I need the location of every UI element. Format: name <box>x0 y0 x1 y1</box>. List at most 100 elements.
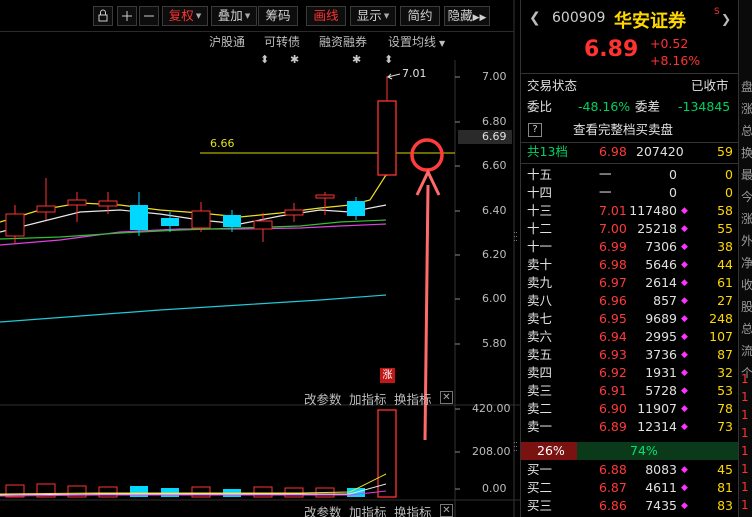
prev-stock-icon[interactable]: ❮ <box>529 10 541 26</box>
close-icon[interactable]: ✕ <box>440 504 453 517</box>
level-price: 6.96 <box>599 293 627 308</box>
level-vol: 5728 <box>645 383 677 398</box>
status-row: 交易状态 已收市 <box>521 77 739 95</box>
ratio-right: 74% <box>630 443 658 458</box>
edge-label: 股 <box>741 300 752 314</box>
high-price-label: 7.01 <box>402 67 427 80</box>
stock-name: 华安证券 <box>614 11 686 32</box>
y-tick-label: 6.00 <box>482 292 507 305</box>
change-marker-icon: ◆ <box>681 501 688 511</box>
next-stock-icon[interactable]: ❯ <box>721 12 731 26</box>
edge-label: 净 <box>741 256 752 270</box>
level-label: 卖二 <box>527 401 553 416</box>
level-label: 买二 <box>527 480 553 495</box>
level-label: 十四 <box>527 185 553 200</box>
weibi-value: -48.16% <box>578 99 631 114</box>
status-label: 交易状态 <box>527 78 578 93</box>
candle-up <box>315 194 335 199</box>
ratio-left: 26% <box>537 443 565 458</box>
ask-row: 卖一 6.89 12314 ◆ 73 <box>521 418 739 436</box>
edge-label: 收 <box>741 278 752 292</box>
line-price-label: 6.66 <box>210 137 235 150</box>
full-book-row[interactable]: ? 查看完整档买卖盘 <box>521 121 739 139</box>
switch-indicator-link[interactable]: 换指标 <box>394 389 432 408</box>
level-cnt: 32 <box>717 365 733 380</box>
edge-label: 1 <box>741 444 749 458</box>
quote-panel: ❮ 600909 华安证券 S ❯ 6.89 +0.52 +8.16% 交易状态… <box>520 0 739 517</box>
panel-resize-handle[interactable] <box>513 230 519 246</box>
level-label: 卖八 <box>527 293 553 308</box>
y-tick-label: 6.40 <box>482 204 507 217</box>
level-price: 一 <box>599 185 612 200</box>
edge-label: 盘 <box>741 80 752 94</box>
change-marker-icon: ◆ <box>681 242 688 252</box>
level-vol: 3736 <box>645 347 677 362</box>
level-price: 6.91 <box>599 383 627 398</box>
candlestick-chart[interactable] <box>0 0 520 517</box>
edge-label: 1 <box>741 390 749 404</box>
change-params-link[interactable]: 改参数 <box>304 389 342 408</box>
level-price: 6.90 <box>599 401 627 416</box>
level-price: 6.98 <box>599 257 627 272</box>
change-marker-icon: ◆ <box>681 350 688 360</box>
level-vol: 0 <box>669 167 677 182</box>
y-tick-label: 5.80 <box>482 337 507 350</box>
level-vol: 25218 <box>637 221 677 236</box>
change-marker-icon: ◆ <box>681 386 688 396</box>
level-vol: 2995 <box>645 329 677 344</box>
close-icon[interactable]: ✕ <box>440 391 453 404</box>
ask-row: 十二 7.00 25218 ◆ 55 <box>521 220 739 238</box>
y-tick-label: 6.80 <box>482 115 507 128</box>
full-book-link[interactable]: 查看完整档买卖盘 <box>573 121 673 139</box>
switch-indicator-link[interactable]: 换指标 <box>394 502 432 517</box>
change-params-link[interactable]: 改参数 <box>304 502 342 517</box>
level-vol: 117480 <box>629 203 677 218</box>
edge-label: 流 <box>741 344 752 358</box>
level-label: 卖六 <box>527 329 553 344</box>
level-vol: 8083 <box>645 462 677 477</box>
candle-up <box>98 200 118 207</box>
level-cnt: 248 <box>709 311 733 326</box>
edge-label: 1 <box>741 480 749 494</box>
edge-label: 1 <box>741 372 749 386</box>
bid-row: 买二 6.87 4611 ◆ 81 <box>521 479 739 497</box>
level-label: 卖九 <box>527 275 553 290</box>
level-price: 6.87 <box>599 480 627 495</box>
candle-down <box>223 215 241 227</box>
level-cnt: 73 <box>717 419 733 434</box>
level-price: 6.95 <box>599 311 627 326</box>
y-tick-label: 6.20 <box>482 248 507 261</box>
highlight-circle <box>410 138 444 172</box>
change-marker-icon: ◆ <box>681 483 688 493</box>
level-cnt: 107 <box>709 329 733 344</box>
vol-tick-label: 0.00 <box>482 482 507 495</box>
ask-row: 卖二 6.90 11907 ◆ 78 <box>521 400 739 418</box>
total-label: 共13档 <box>527 144 568 159</box>
edge-label: 1 <box>741 462 749 476</box>
candle-down <box>130 205 148 230</box>
total-vol: 207420 <box>636 144 684 159</box>
level-cnt: 0 <box>725 185 733 200</box>
level-cnt: 38 <box>717 239 733 254</box>
level-vol: 857 <box>653 293 677 308</box>
change-marker-icon: ◆ <box>681 278 688 288</box>
add-indicator-link[interactable]: 加指标 <box>349 389 387 408</box>
help-icon[interactable]: ? <box>528 123 542 137</box>
panel-resize-handle[interactable] <box>513 440 519 456</box>
edge-label: 外 <box>741 234 752 248</box>
ask-row: 十四 一 0 0 <box>521 184 739 202</box>
level-vol: 1931 <box>645 365 677 380</box>
change-marker-icon: ◆ <box>681 422 688 432</box>
edge-label: 1 <box>741 426 749 440</box>
level-vol: 2614 <box>645 275 677 290</box>
level-label: 十二 <box>527 221 553 236</box>
edge-label: 总 <box>741 322 752 336</box>
change-marker-icon: ◆ <box>681 260 688 270</box>
level-vol: 5646 <box>645 257 677 272</box>
change-marker-icon: ◆ <box>681 404 688 414</box>
level-label: 买三 <box>527 498 553 513</box>
add-indicator-link[interactable]: 加指标 <box>349 502 387 517</box>
candle-up <box>5 213 25 237</box>
edge-label: 换 <box>741 146 752 160</box>
total-row: 共13档 6.98 207420 59 <box>521 143 739 161</box>
